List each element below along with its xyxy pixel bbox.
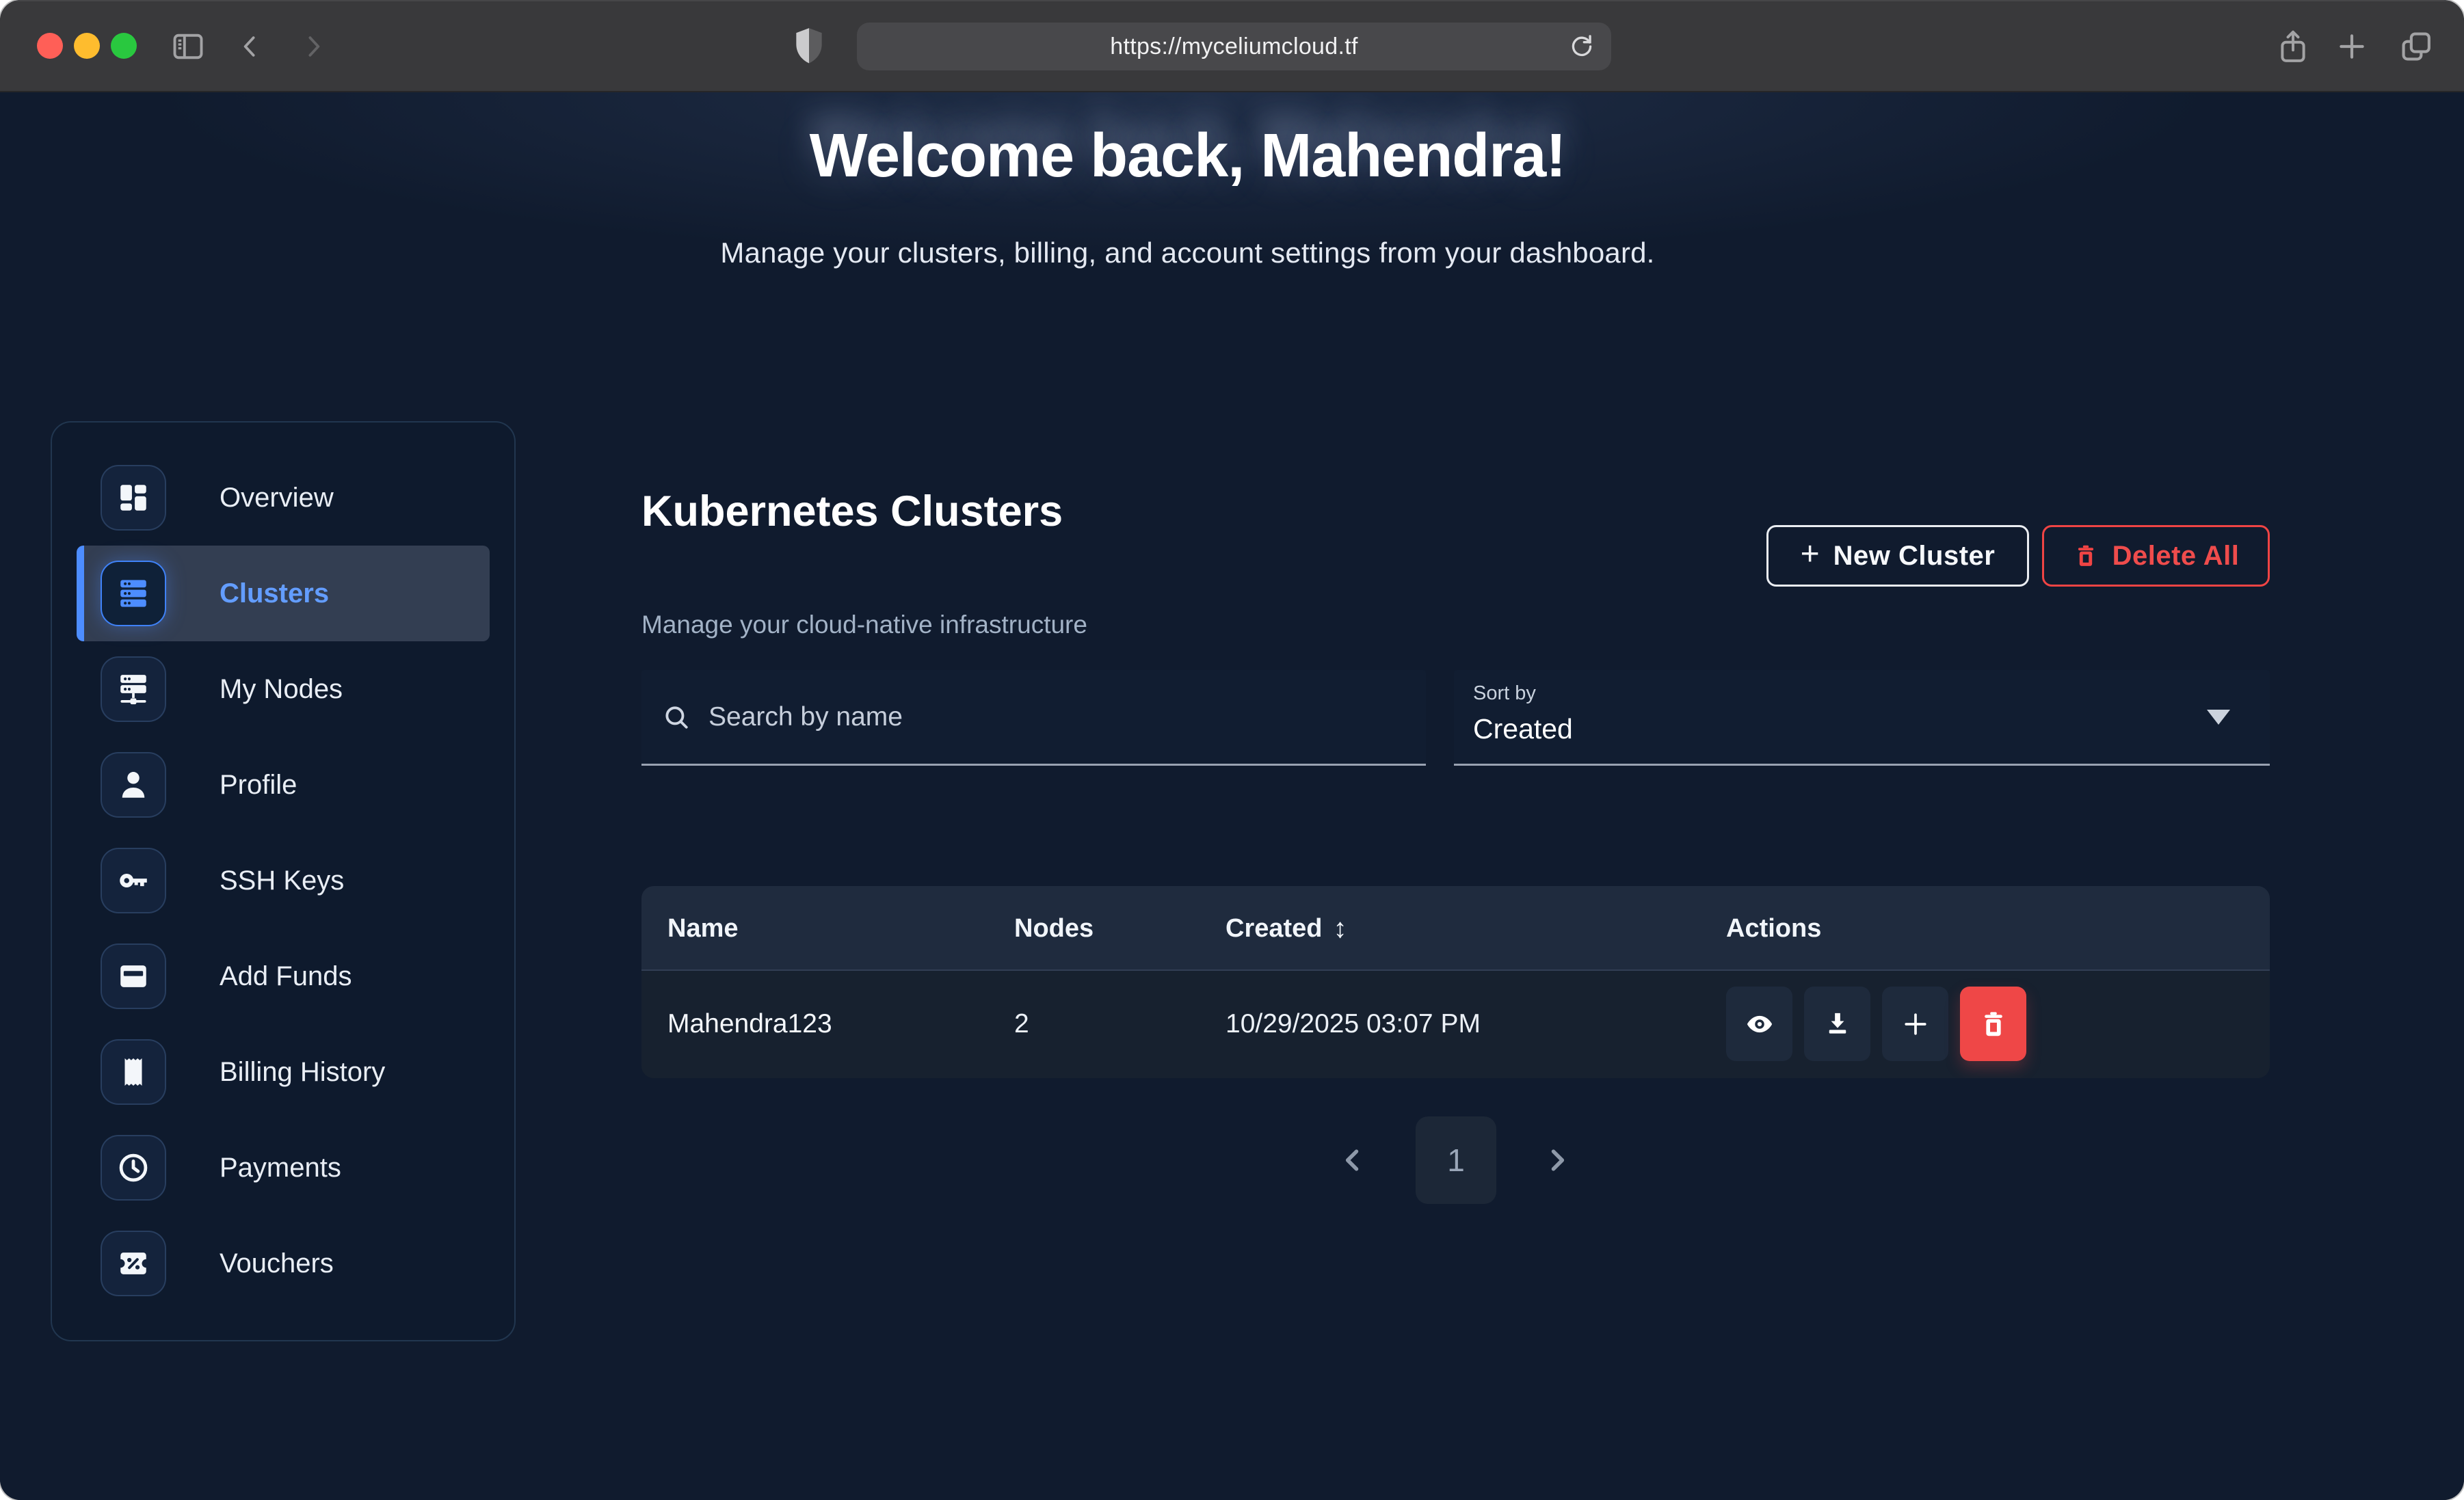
clock-icon — [101, 1135, 166, 1201]
new-tab-icon[interactable] — [2329, 0, 2374, 92]
table-header: Name Nodes Created ↕ Actions — [641, 886, 2270, 971]
sidebar-item-profile[interactable]: Profile — [77, 737, 490, 833]
sidebar-item-overview[interactable]: Overview — [77, 450, 490, 546]
wallet-icon — [101, 943, 166, 1009]
address-bar[interactable]: https://myceliumcloud.tf — [857, 23, 1611, 70]
sidebar-item-clusters[interactable]: Clusters — [77, 546, 490, 641]
sidebar-item-label: Payments — [220, 1153, 341, 1183]
sidebar-item-label: Overview — [220, 483, 334, 513]
table-row: Mahendra123 2 10/29/2025 03:07 PM — [641, 971, 2270, 1077]
trash-icon — [2073, 543, 2099, 569]
reload-icon[interactable] — [1567, 32, 1596, 64]
sidebar-item-label: SSH Keys — [220, 866, 344, 896]
browser-window: https://myceliumcloud.tf — [0, 0, 2464, 1500]
sidebar-item-label: Billing History — [220, 1057, 385, 1088]
plus-icon: + — [1801, 538, 1820, 571]
sort-value: Created — [1473, 713, 2251, 745]
download-kubeconfig-button[interactable] — [1804, 987, 1870, 1061]
sidebar-item-payments[interactable]: Payments — [77, 1120, 490, 1216]
minimize-window-button[interactable] — [74, 33, 100, 59]
sidebar-item-vouchers[interactable]: Vouchers — [77, 1216, 490, 1311]
sidebar-item-my-nodes[interactable]: My Nodes — [77, 641, 490, 737]
eye-icon — [1745, 1009, 1775, 1039]
server-network-icon — [101, 656, 166, 722]
forward-icon[interactable] — [293, 0, 334, 92]
search-field[interactable] — [641, 670, 1426, 766]
url-text: https://myceliumcloud.tf — [1110, 34, 1357, 60]
welcome-subtitle: Manage your clusters, billing, and accou… — [0, 237, 2375, 269]
chevron-down-icon — [2207, 710, 2230, 725]
zoom-window-button[interactable] — [111, 33, 137, 59]
column-header-name: Name — [667, 886, 739, 971]
row-actions — [1726, 987, 2026, 1061]
search-input[interactable] — [708, 702, 1405, 732]
sidebar-item-label: Clusters — [220, 578, 329, 609]
previous-page-button[interactable] — [1325, 1133, 1380, 1188]
ticket-percent-icon — [101, 1231, 166, 1296]
new-cluster-button[interactable]: + New Cluster — [1766, 525, 2029, 587]
sort-arrows-icon: ↕ — [1334, 913, 1347, 944]
clusters-table: Name Nodes Created ↕ Actions Mahendra123… — [641, 886, 2270, 1078]
window-controls — [37, 33, 137, 59]
privacy-shield-icon[interactable] — [785, 0, 833, 92]
sidebar-item-label: My Nodes — [220, 674, 343, 705]
sidebar-item-billing-history[interactable]: Billing History — [77, 1024, 490, 1120]
add-node-button[interactable] — [1882, 987, 1948, 1061]
welcome-heading: Welcome back, Mahendra! — [0, 121, 2375, 191]
sidebar-nav: Overview Clusters — [51, 421, 516, 1341]
next-page-button[interactable] — [1530, 1133, 1585, 1188]
sidebar-item-ssh-keys[interactable]: SSH Keys — [77, 833, 490, 928]
sidebar-item-add-funds[interactable]: Add Funds — [77, 928, 490, 1024]
cell-cluster-name: Mahendra123 — [667, 971, 832, 1077]
download-icon — [1823, 1010, 1852, 1039]
column-header-created[interactable]: Created ↕ — [1226, 886, 1347, 971]
browser-chrome: https://myceliumcloud.tf — [0, 0, 2464, 92]
delete-all-button[interactable]: Delete All — [2042, 525, 2270, 587]
cell-node-count: 2 — [1014, 971, 1029, 1077]
sidebar-item-label: Vouchers — [220, 1248, 334, 1279]
page-title: Kubernetes Clusters — [641, 487, 1063, 536]
page-content: Welcome back, Mahendra! Manage your clus… — [0, 92, 2464, 1500]
sidebar-toggle-icon[interactable] — [164, 0, 212, 92]
plus-icon — [1900, 1009, 1931, 1039]
chevron-right-icon — [1542, 1145, 1572, 1175]
column-header-nodes: Nodes — [1014, 886, 1094, 971]
chevron-left-icon — [1338, 1145, 1368, 1175]
sidebar-item-label: Profile — [220, 770, 297, 801]
page-number-button[interactable]: 1 — [1416, 1116, 1496, 1204]
sort-label: Sort by — [1473, 682, 2251, 705]
server-stack-icon — [101, 561, 166, 626]
sort-dropdown[interactable]: Sort by Created — [1454, 670, 2270, 766]
search-icon — [662, 703, 691, 732]
user-icon — [101, 752, 166, 818]
key-icon — [101, 848, 166, 913]
receipt-icon — [101, 1039, 166, 1105]
sidebar-item-label: Add Funds — [220, 961, 352, 992]
cell-created-date: 10/29/2025 03:07 PM — [1226, 971, 1481, 1077]
trash-icon — [1978, 1009, 2009, 1039]
page-subtitle: Manage your cloud-native infrastructure — [641, 611, 1087, 639]
layout-dashboard-icon — [101, 465, 166, 531]
tab-overview-icon[interactable] — [2392, 0, 2440, 92]
back-icon[interactable] — [230, 0, 271, 92]
share-icon[interactable] — [2270, 0, 2316, 92]
delete-cluster-button[interactable] — [1960, 987, 2026, 1061]
hero-section: Welcome back, Mahendra! Manage your clus… — [0, 92, 2375, 269]
view-cluster-button[interactable] — [1726, 987, 1792, 1061]
column-header-actions: Actions — [1726, 886, 1821, 971]
close-window-button[interactable] — [37, 33, 63, 59]
